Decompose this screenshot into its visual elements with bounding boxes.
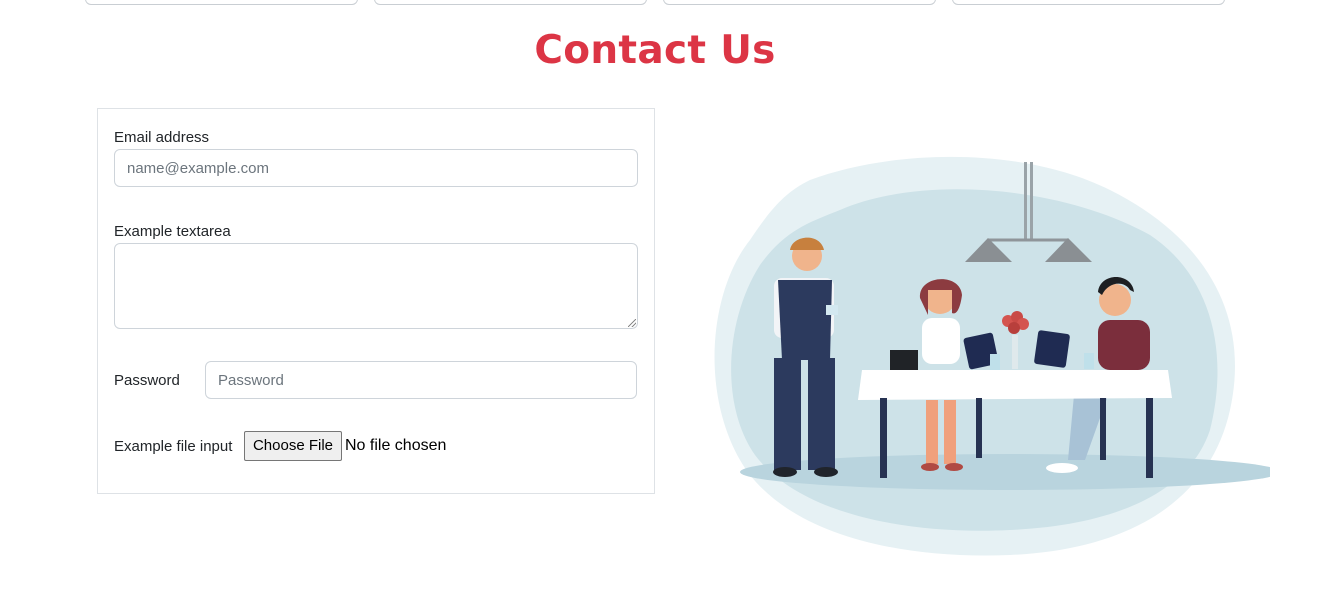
file-input-label: Example file input (114, 438, 233, 455)
email-input[interactable] (114, 149, 638, 187)
resize-grip-icon[interactable] (628, 319, 636, 327)
restaurant-scene-illustration (714, 156, 1270, 556)
page-title: Contact Us (534, 28, 776, 73)
top-card-1 (85, 0, 358, 5)
textarea-label: Example textarea (114, 223, 231, 240)
email-label: Email address (114, 129, 210, 146)
choose-file-button[interactable]: Choose File (244, 431, 342, 461)
password-input[interactable] (205, 361, 637, 399)
top-card-3 (663, 0, 936, 5)
top-card-4 (952, 0, 1225, 5)
contact-form: Email address Example textarea Password … (97, 108, 655, 494)
textarea-wrapper (114, 243, 638, 329)
file-status-text: No file chosen (345, 437, 447, 454)
top-card-2 (374, 0, 647, 5)
example-textarea[interactable] (114, 243, 638, 329)
password-label: Password (114, 372, 180, 389)
